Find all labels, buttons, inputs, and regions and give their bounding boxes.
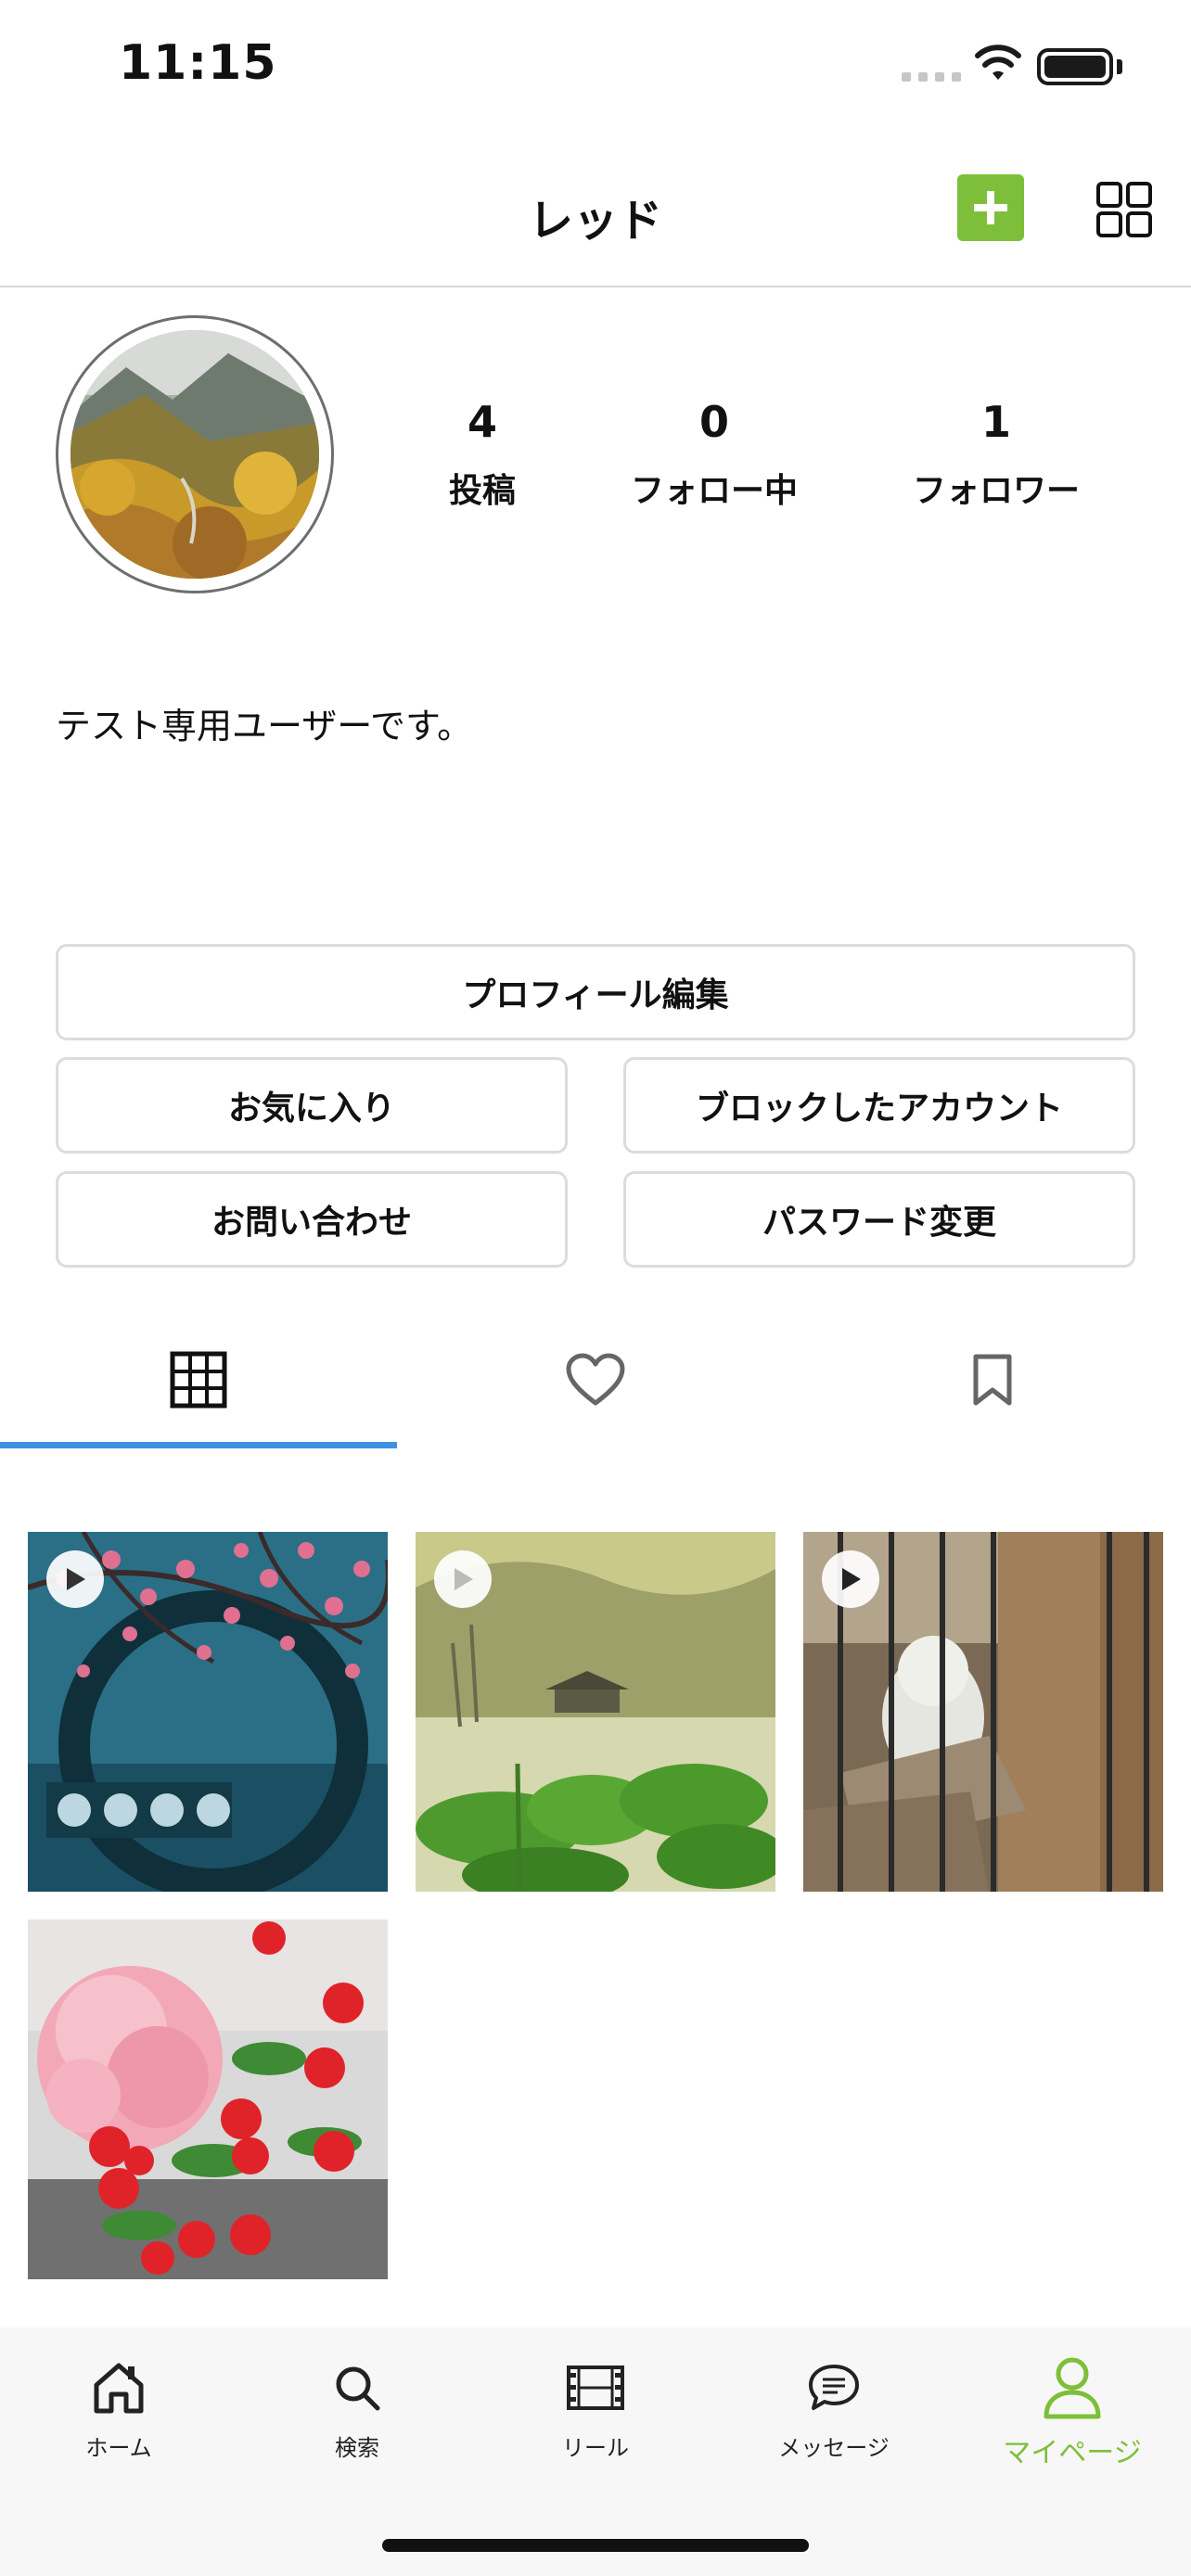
- tab-home[interactable]: ホーム: [26, 2355, 211, 2462]
- change-password-button[interactable]: パスワード変更: [623, 1171, 1135, 1268]
- post-image: [28, 1919, 388, 2279]
- stat-following-value: 0: [698, 397, 729, 447]
- post-thumbnail[interactable]: [28, 1919, 388, 2279]
- create-post-button[interactable]: [957, 174, 1024, 241]
- tab-mypage-label: マイページ: [1003, 2437, 1142, 2469]
- play-icon: [46, 1550, 104, 1608]
- tab-search[interactable]: 検索: [264, 2355, 450, 2462]
- post-thumbnail[interactable]: [803, 1532, 1163, 1892]
- plus-icon: [974, 191, 1007, 224]
- stat-followers-label: フォロワー: [912, 472, 1080, 510]
- chat-icon: [809, 2365, 859, 2410]
- tab-messages-label: メッセージ: [778, 2435, 890, 2461]
- stat-followers-value: 1: [980, 397, 1011, 447]
- favorites-button[interactable]: お気に入り: [56, 1057, 568, 1154]
- tab-liked[interactable]: [397, 1315, 794, 1445]
- tab-search-label: 検索: [335, 2435, 379, 2461]
- search-icon: [336, 2366, 380, 2411]
- navigation-bar: レッド: [0, 139, 1191, 287]
- person-icon: [1044, 2357, 1101, 2419]
- cellular-signal-icon: [902, 72, 961, 82]
- post-thumbnail[interactable]: [28, 1532, 388, 1892]
- stat-posts-value: 4: [467, 397, 497, 447]
- grid-icon: [170, 1351, 227, 1409]
- active-tab-indicator: [0, 1442, 397, 1448]
- tab-reels[interactable]: リール: [503, 2355, 688, 2462]
- menu-grid-icon[interactable]: [1095, 180, 1154, 239]
- stat-posts-label: 投稿: [448, 472, 516, 510]
- heart-icon: [566, 1353, 625, 1406]
- tab-posts-grid[interactable]: [0, 1315, 397, 1445]
- tab-home-label: ホーム: [85, 2435, 152, 2461]
- edit-profile-button[interactable]: プロフィール編集: [56, 944, 1135, 1040]
- stat-following-label: フォロー中: [630, 472, 798, 510]
- bookmark-icon: [973, 1354, 1012, 1406]
- home-indicator[interactable]: [382, 2539, 809, 2552]
- wifi-icon: [975, 45, 1021, 80]
- profile-bio: テスト専用ユーザーです。: [56, 706, 473, 746]
- stat-posts[interactable]: 4 投稿: [362, 397, 603, 512]
- tab-saved[interactable]: [794, 1315, 1191, 1445]
- stat-followers[interactable]: 1 フォロワー: [876, 397, 1117, 512]
- battery-icon: [1037, 48, 1113, 85]
- contact-button[interactable]: お問い合わせ: [56, 1171, 568, 1268]
- tab-messages[interactable]: メッセージ: [741, 2355, 927, 2462]
- avatar[interactable]: [56, 315, 334, 593]
- home-icon: [94, 2363, 144, 2414]
- tab-reels-label: リール: [562, 2435, 629, 2461]
- status-time: 11:15: [119, 35, 277, 91]
- status-bar: 11:15: [0, 0, 1191, 139]
- play-icon: [822, 1550, 879, 1608]
- play-icon: [434, 1550, 492, 1608]
- avatar-image: [70, 330, 319, 579]
- film-icon: [567, 2366, 624, 2410]
- stat-following[interactable]: 0 フォロー中: [594, 397, 835, 512]
- tab-mypage[interactable]: マイページ: [980, 2355, 1165, 2470]
- battery-tip: [1117, 59, 1122, 74]
- post-thumbnail[interactable]: [416, 1532, 775, 1892]
- blocked-accounts-button[interactable]: ブロックしたアカウント: [623, 1057, 1135, 1154]
